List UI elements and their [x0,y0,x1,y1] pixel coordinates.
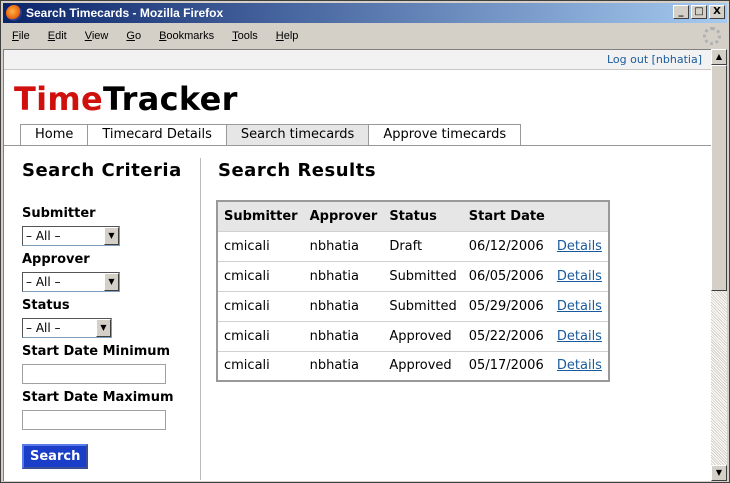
table-row: cmicali nbhatia Submitted 06/05/2006 Det… [217,260,609,291]
table-row: cmicali nbhatia Submitted 05/29/2006 Det… [217,290,609,321]
cell-submitter: cmicali [217,290,304,321]
scroll-up-icon[interactable]: ▲ [711,49,727,65]
cell-start-date: 05/29/2006 [462,290,551,321]
tab-approve-timecards[interactable]: Approve timecards [368,124,522,146]
cell-status: Submitted [383,290,463,321]
chevron-down-icon[interactable]: ▼ [104,273,119,291]
page-content: Log out [nbhatia] TimeTracker Home Timec… [3,49,711,481]
details-link[interactable]: Details [557,239,602,254]
cell-submitter: cmicali [217,260,304,291]
search-results-heading: Search Results [218,160,377,181]
col-approver: Approver [303,201,384,231]
cell-approver: nbhatia [303,290,384,321]
col-start-date: Start Date [462,201,551,231]
col-submitter: Submitter [217,201,304,231]
chevron-down-icon[interactable]: ▼ [104,227,119,245]
cell-submitter: cmicali [217,230,304,261]
approver-select[interactable]: – All – ▼ [22,272,120,292]
tab-home[interactable]: Home [20,124,88,146]
logout-link[interactable]: Log out [nbhatia] [607,53,702,66]
cell-start-date: 05/17/2006 [462,350,551,381]
table-row: cmicali nbhatia Approved 05/17/2006 Deta… [217,350,609,381]
submitter-label: Submitter [22,206,96,221]
sidebar-divider [200,158,201,480]
cell-approver: nbhatia [303,350,384,381]
cell-submitter: cmicali [217,320,304,351]
cell-status: Submitted [383,260,463,291]
tab-timecard-details[interactable]: Timecard Details [87,124,226,146]
browser-window: Search Timecards - Mozilla Firefox _ □ X… [0,0,730,483]
throbber-icon [703,27,721,45]
table-row: cmicali nbhatia Approved 05/22/2006 Deta… [217,320,609,351]
start-date-max-label: Start Date Maximum [22,390,174,405]
top-strip: Log out [nbhatia] [4,50,711,70]
scroll-down-icon[interactable]: ▼ [711,465,727,481]
details-link[interactable]: Details [557,269,602,284]
logo-part-tracker: Tracker [103,80,238,118]
details-link[interactable]: Details [557,329,602,344]
logo-part-time: Time [14,80,104,118]
cell-status: Draft [383,230,463,261]
search-button[interactable]: Search [22,444,89,469]
status-label: Status [22,298,70,313]
cell-status: Approved [383,350,463,381]
status-select-value: – All – [26,321,61,335]
submitter-select-value: – All – [26,229,61,243]
menu-go[interactable]: Go [117,30,150,42]
table-header-row: Submitter Approver Status Start Date [217,201,609,231]
start-date-max-input[interactable] [22,410,166,430]
menu-edit[interactable]: Edit [39,30,76,42]
menu-bar: File Edit View Go Bookmarks Tools Help [3,25,727,47]
menu-bookmarks[interactable]: Bookmarks [150,30,223,42]
vertical-scrollbar[interactable]: ▲ ▼ [711,49,727,481]
minimize-button[interactable]: _ [673,5,689,19]
search-criteria-heading: Search Criteria [22,160,182,181]
menu-help[interactable]: Help [267,30,308,42]
tab-search-timecards[interactable]: Search timecards [225,124,369,146]
cell-status: Approved [383,320,463,351]
details-link[interactable]: Details [557,299,602,314]
status-select[interactable]: – All – ▼ [22,318,112,338]
start-date-min-label: Start Date Minimum [22,344,171,359]
close-button[interactable]: X [709,5,725,19]
app-logo: TimeTracker [14,80,238,118]
scrollbar-thumb[interactable] [711,65,727,291]
results-table: Submitter Approver Status Start Date cmi… [216,200,610,382]
window-title: Search Timecards - Mozilla Firefox [26,6,224,20]
approver-label: Approver [22,252,90,267]
menu-tools[interactable]: Tools [223,30,267,42]
cell-approver: nbhatia [303,320,384,351]
firefox-icon [6,5,22,21]
cell-start-date: 06/12/2006 [462,230,551,261]
details-link[interactable]: Details [557,358,602,373]
maximize-button[interactable]: □ [691,5,707,19]
start-date-min-input[interactable] [22,364,166,384]
chevron-down-icon[interactable]: ▼ [96,319,111,337]
col-actions [550,201,609,231]
submitter-select[interactable]: – All – ▼ [22,226,120,246]
nav-tabs: Home Timecard Details Search timecards A… [20,124,522,146]
cell-start-date: 05/22/2006 [462,320,551,351]
cell-approver: nbhatia [303,230,384,261]
col-status: Status [383,201,463,231]
title-bar[interactable]: Search Timecards - Mozilla Firefox _ □ X [3,3,727,23]
cell-submitter: cmicali [217,350,304,381]
cell-approver: nbhatia [303,260,384,291]
menu-file[interactable]: File [3,30,39,42]
menu-view[interactable]: View [76,30,118,42]
approver-select-value: – All – [26,275,61,289]
cell-start-date: 06/05/2006 [462,260,551,291]
table-row: cmicali nbhatia Draft 06/12/2006 Details [217,230,609,261]
